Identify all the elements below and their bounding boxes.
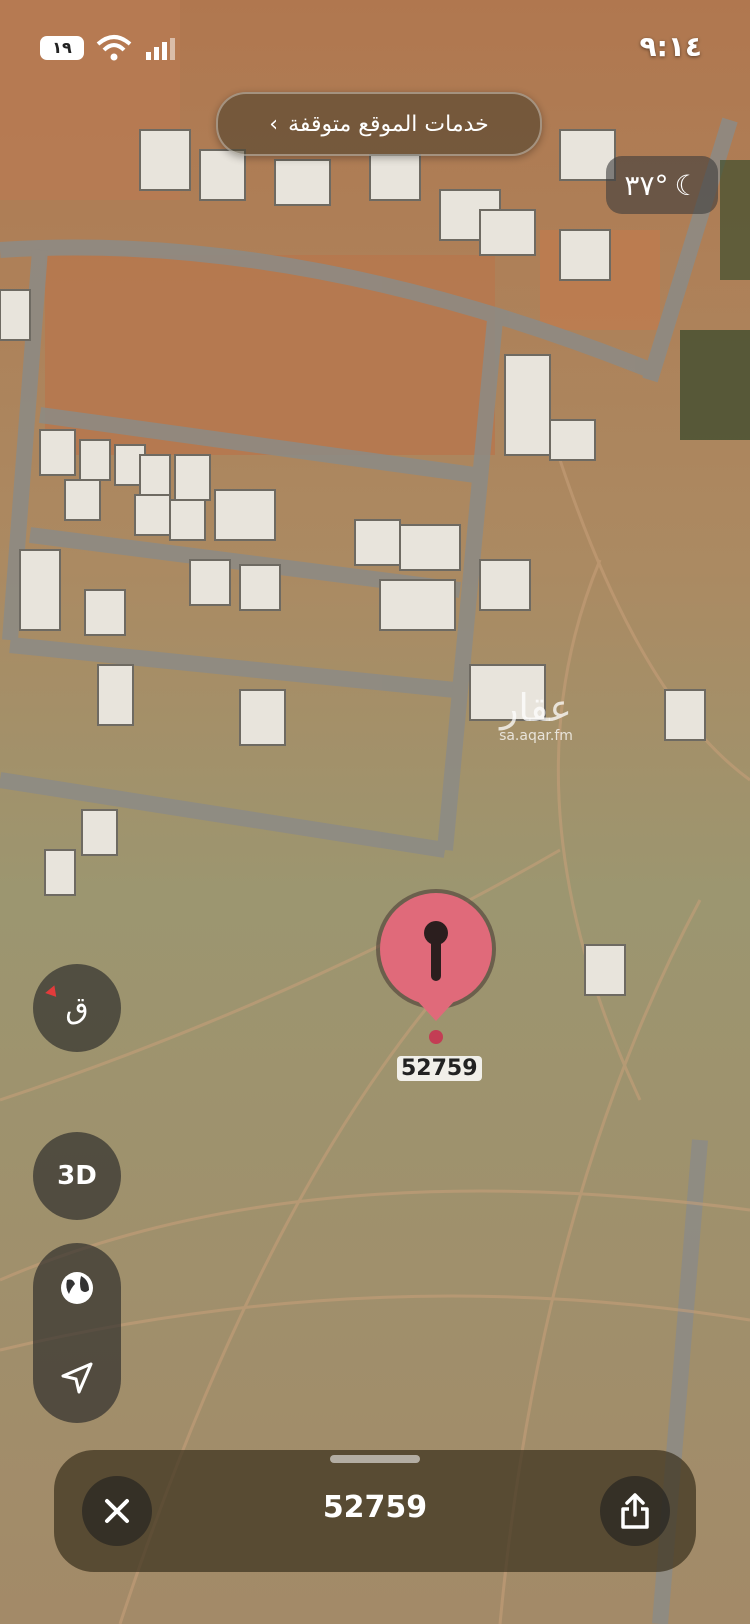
watermark: عقار sa.aqar.fm: [476, 688, 596, 744]
location-services-label: خدمات الموقع متوقفة: [288, 111, 489, 137]
close-button[interactable]: [82, 1476, 152, 1546]
chevron-left-icon: ‹: [269, 111, 279, 137]
status-time: ٩:١٤: [639, 30, 702, 63]
sheet-drag-handle[interactable]: [330, 1455, 420, 1463]
watermark-brand: عقار: [500, 686, 572, 730]
compass-label: ق: [65, 990, 89, 1026]
location-services-banner[interactable]: ‹ خدمات الموقع متوقفة: [216, 92, 542, 156]
compass-button[interactable]: ق: [33, 964, 121, 1052]
map-controls-stack: [33, 1243, 121, 1423]
navigation-arrow-icon: [61, 1362, 93, 1394]
close-icon: [105, 1499, 129, 1523]
pin-marker-icon: [376, 889, 496, 1044]
3d-toggle-button[interactable]: 3D: [33, 1132, 121, 1220]
compass-north-indicator: [45, 985, 61, 1001]
globe-button[interactable]: [33, 1243, 121, 1333]
weather-temp: ٣٧°: [624, 168, 669, 202]
bottom-sheet-title: 52759: [322, 1490, 428, 1525]
locate-me-button[interactable]: [33, 1333, 121, 1423]
watermark-url: sa.aqar.fm: [499, 728, 573, 744]
cellular-signal-icon: [146, 38, 175, 60]
status-bar: ١٩ ٩:١٤: [0, 0, 750, 96]
share-icon: [621, 1493, 649, 1529]
battery-indicator: ١٩: [40, 36, 84, 60]
weather-badge[interactable]: ٣٧° ☾: [606, 156, 718, 214]
map-pin[interactable]: [372, 885, 500, 1075]
globe-icon: [61, 1272, 93, 1304]
share-button[interactable]: [600, 1476, 670, 1546]
wifi-icon: [96, 35, 132, 61]
moon-stars-icon: ☾: [674, 168, 700, 202]
pin-label: 52759: [397, 1056, 482, 1081]
